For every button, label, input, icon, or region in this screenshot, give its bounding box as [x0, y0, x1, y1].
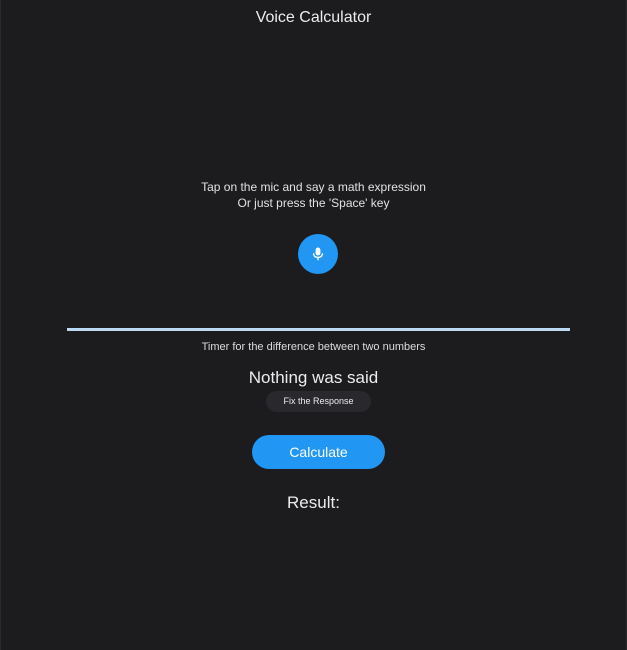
calculate-button[interactable]: Calculate — [252, 435, 385, 469]
timer-progress-fill — [67, 328, 570, 331]
app-title: Voice Calculator — [255, 9, 372, 26]
mic-button[interactable] — [298, 234, 338, 274]
fix-response-button[interactable]: Fix the Response — [266, 391, 371, 412]
timer-progress-bar — [67, 328, 570, 331]
instructions-line-2: Or just press the 'Space' key — [237, 196, 390, 210]
voice-calculator-app: Voice Calculator Tap on the mic and say … — [0, 0, 627, 650]
instructions: Tap on the mic and say a math expression… — [1, 179, 626, 211]
recognized-speech-text: Nothing was said — [248, 368, 379, 387]
microphone-icon — [312, 247, 324, 261]
result-label: Result: — [287, 493, 340, 512]
timer-label: Timer for the difference between two num… — [201, 341, 426, 353]
instructions-line-1: Tap on the mic and say a math expression — [201, 180, 426, 194]
